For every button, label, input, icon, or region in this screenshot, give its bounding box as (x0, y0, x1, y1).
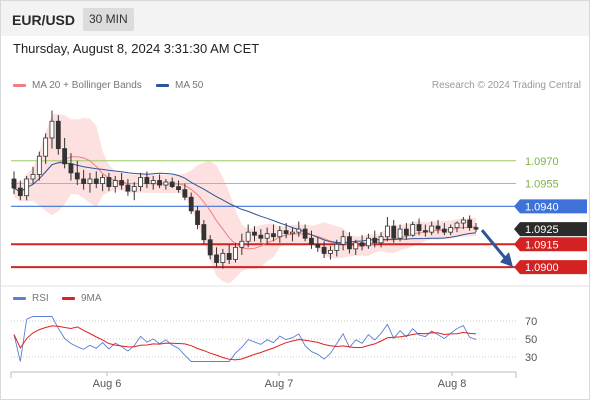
price-level-value: 1.0915 (525, 239, 559, 251)
bollinger-band-fill (14, 114, 476, 284)
rsi-level-label: 30 (525, 352, 537, 364)
price-level-value: 1.0900 (525, 262, 559, 274)
price-level-value: 1.0955 (525, 179, 559, 191)
price-level-tag: 1.0925 (514, 222, 587, 237)
rsi-panel: 70 50 30 (11, 316, 537, 364)
price-level-labels: 1.0970 1.0955 1.0940 1.0925 1.0915 1.0900 (514, 156, 587, 275)
rsi-level-label: 50 (525, 334, 537, 346)
price-level-tag: 1.0915 (514, 237, 587, 252)
time-axis-label: Aug 8 (438, 378, 467, 390)
price-level-value: 1.0925 (525, 224, 559, 236)
time-axis: Aug 6 Aug 7 Aug 8 (10, 371, 517, 390)
price-chart-area[interactable]: 1.0970 1.0955 1.0940 1.0925 1.0915 1.0900 70 5… (0, 0, 590, 400)
time-axis-label: Aug 7 (265, 378, 294, 390)
price-level-tag: 1.0940 (514, 199, 587, 214)
rsi-level-label: 70 (525, 316, 537, 328)
price-level-value: 1.0940 (525, 201, 559, 213)
price-level-value: 1.0970 (525, 156, 559, 168)
price-level-tag: 1.0900 (514, 260, 587, 275)
forecast-arrow-icon (480, 229, 513, 268)
bollinger-bands (14, 114, 476, 284)
time-axis-label: Aug 6 (93, 378, 122, 390)
candle (55, 115, 61, 155)
